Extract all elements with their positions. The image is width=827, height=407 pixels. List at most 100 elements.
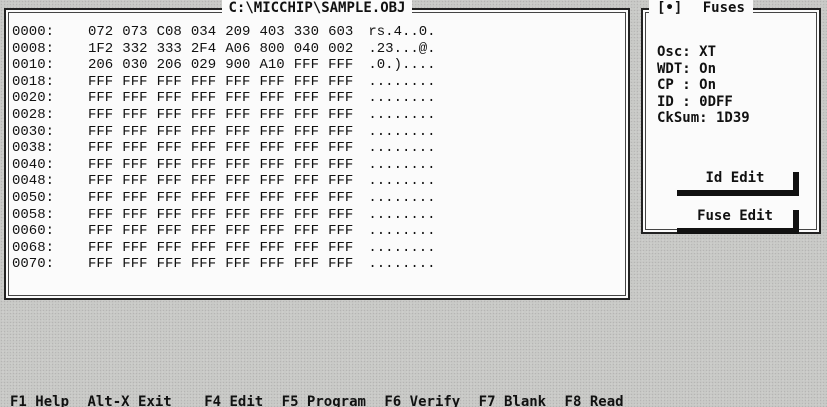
hex-cell[interactable]: FFF [328,240,362,257]
hex-cell[interactable]: FFF [294,74,328,91]
hex-cell[interactable]: FFF [259,140,293,157]
hex-cell[interactable]: FFF [294,140,328,157]
hex-cell[interactable]: FFF [294,90,328,107]
hex-cell[interactable]: 403 [259,24,293,41]
hex-cell[interactable]: FFF [191,207,225,224]
hex-cell[interactable]: FFF [225,173,259,190]
hex-cell[interactable]: FFF [328,90,362,107]
hex-cell[interactable]: FFF [328,157,362,174]
hex-cell[interactable]: FFF [88,74,122,91]
hex-cell[interactable]: FFF [122,140,156,157]
hex-cell[interactable]: 206 [88,57,122,74]
fkey-read[interactable]: F8 Read [565,395,624,407]
hex-cell[interactable]: FFF [259,207,293,224]
hex-cell[interactable]: FFF [191,124,225,141]
hex-cell[interactable]: FFF [122,190,156,207]
hex-cell[interactable]: A06 [225,41,259,58]
close-box-icon[interactable]: [•] [653,0,687,16]
hex-cell[interactable]: FFF [88,190,122,207]
hex-editor-window[interactable]: C:\MICCHIP\SAMPLE.OBJ 0000: 072 073 C08 034 2… [4,0,630,300]
hex-cell[interactable]: FFF [225,157,259,174]
hex-cell[interactable]: 332 [122,41,156,58]
hex-row[interactable]: 0068: FFF FFF FFF FFF FFF FFF FFF FFF........ [12,240,436,257]
hex-row[interactable]: 0028: FFF FFF FFF FFF FFF FFF FFF FFF........ [12,107,436,124]
hex-cell[interactable]: FFF [259,190,293,207]
hex-cell[interactable]: FFF [328,74,362,91]
hex-cell[interactable]: FFF [259,74,293,91]
hex-cell[interactable]: FFF [157,90,191,107]
hex-cell[interactable]: FFF [225,207,259,224]
hex-cell[interactable]: FFF [225,74,259,91]
hex-cell[interactable]: FFF [328,124,362,141]
hex-cell[interactable]: FFF [122,223,156,240]
hex-cell[interactable]: FFF [88,124,122,141]
hex-cell[interactable]: FFF [328,223,362,240]
hex-cell[interactable]: 029 [191,57,225,74]
hex-row[interactable]: 0008: 1F2 332 333 2F4 A06 800 040 002 .23...@. [12,41,436,58]
hex-cell[interactable]: FFF [191,90,225,107]
hex-cell[interactable]: 073 [122,24,156,41]
hex-cell[interactable]: 800 [259,41,293,58]
hex-cell[interactable]: FFF [191,157,225,174]
hex-cell[interactable]: FFF [225,140,259,157]
hex-row[interactable]: 0030: FFF FFF FFF FFF FFF FFF FFF FFF........ [12,124,436,141]
hex-cell[interactable]: 206 [157,57,191,74]
hex-cell[interactable]: 900 [225,57,259,74]
hex-cell[interactable]: FFF [294,124,328,141]
fkey-program[interactable]: F5 Program [282,395,366,407]
hex-cell[interactable]: FFF [157,190,191,207]
hex-cell[interactable]: FFF [88,256,122,273]
hex-row[interactable]: 0040: FFF FFF FFF FFF FFF FFF FFF FFF........ [12,157,436,174]
hex-cell[interactable]: FFF [157,256,191,273]
hex-cell[interactable]: 330 [294,24,328,41]
hex-cell[interactable]: FFF [122,240,156,257]
fkey-edit[interactable]: F4 Edit [204,395,263,407]
hex-cell[interactable]: FFF [122,256,156,273]
hex-cell[interactable]: FFF [191,190,225,207]
hex-cell[interactable]: FFF [157,207,191,224]
hex-cell[interactable]: 040 [294,41,328,58]
hex-cell[interactable]: FFF [122,107,156,124]
hex-cell[interactable]: FFF [191,74,225,91]
hex-cell[interactable]: FFF [191,173,225,190]
hex-row[interactable]: 0050: FFF FFF FFF FFF FFF FFF FFF FFF........ [12,190,436,207]
hex-cell[interactable]: 030 [122,57,156,74]
hex-cell[interactable]: 333 [157,41,191,58]
hex-cell[interactable]: FFF [157,240,191,257]
hex-row[interactable]: 0010: 206 030 206 029 900 A10 FFF FFF .0.).... [12,57,436,74]
hex-cell[interactable]: FFF [294,190,328,207]
hex-row[interactable]: 0048: FFF FFF FFF FFF FFF FFF FFF FFF........ [12,173,436,190]
hex-cell[interactable]: 034 [191,24,225,41]
hex-cell[interactable]: FFF [191,240,225,257]
hex-cell[interactable]: FFF [122,173,156,190]
hex-row[interactable]: 0070: FFF FFF FFF FFF FFF FFF FFF FFF........ [12,256,436,273]
hex-cell[interactable]: FFF [122,207,156,224]
hex-cell[interactable]: FFF [259,223,293,240]
hex-cell[interactable]: FFF [259,157,293,174]
hex-cell[interactable]: FFF [225,90,259,107]
fkey-help[interactable]: F1 Help [10,395,69,407]
hex-cell[interactable]: FFF [225,107,259,124]
hex-row[interactable]: 0058: FFF FFF FFF FFF FFF FFF FFF FFF........ [12,207,436,224]
hex-cell[interactable]: FFF [328,57,362,74]
hex-cell[interactable]: 2F4 [191,41,225,58]
hex-row[interactable]: 0018: FFF FFF FFF FFF FFF FFF FFF FFF........ [12,74,436,91]
hex-cell[interactable]: FFF [328,190,362,207]
hex-cell[interactable]: FFF [157,107,191,124]
hex-cell[interactable]: FFF [294,207,328,224]
hex-cell[interactable]: FFF [328,107,362,124]
hex-cell[interactable]: FFF [88,223,122,240]
hex-cell[interactable]: FFF [88,207,122,224]
fkey-blank[interactable]: F7 Blank [479,395,546,407]
hex-cell[interactable]: FFF [294,223,328,240]
hex-cell[interactable]: FFF [328,140,362,157]
fkey-verify[interactable]: F6 Verify [384,395,460,407]
hex-cell[interactable]: FFF [225,256,259,273]
hex-cell[interactable]: FFF [88,107,122,124]
hex-cell[interactable]: 002 [328,41,362,58]
hex-row[interactable]: 0020: FFF FFF FFF FFF FFF FFF FFF FFF........ [12,90,436,107]
hex-cell[interactable]: FFF [259,124,293,141]
hex-cell[interactable]: 072 [88,24,122,41]
hex-cell[interactable]: FFF [294,107,328,124]
hex-cell[interactable]: FFF [157,157,191,174]
